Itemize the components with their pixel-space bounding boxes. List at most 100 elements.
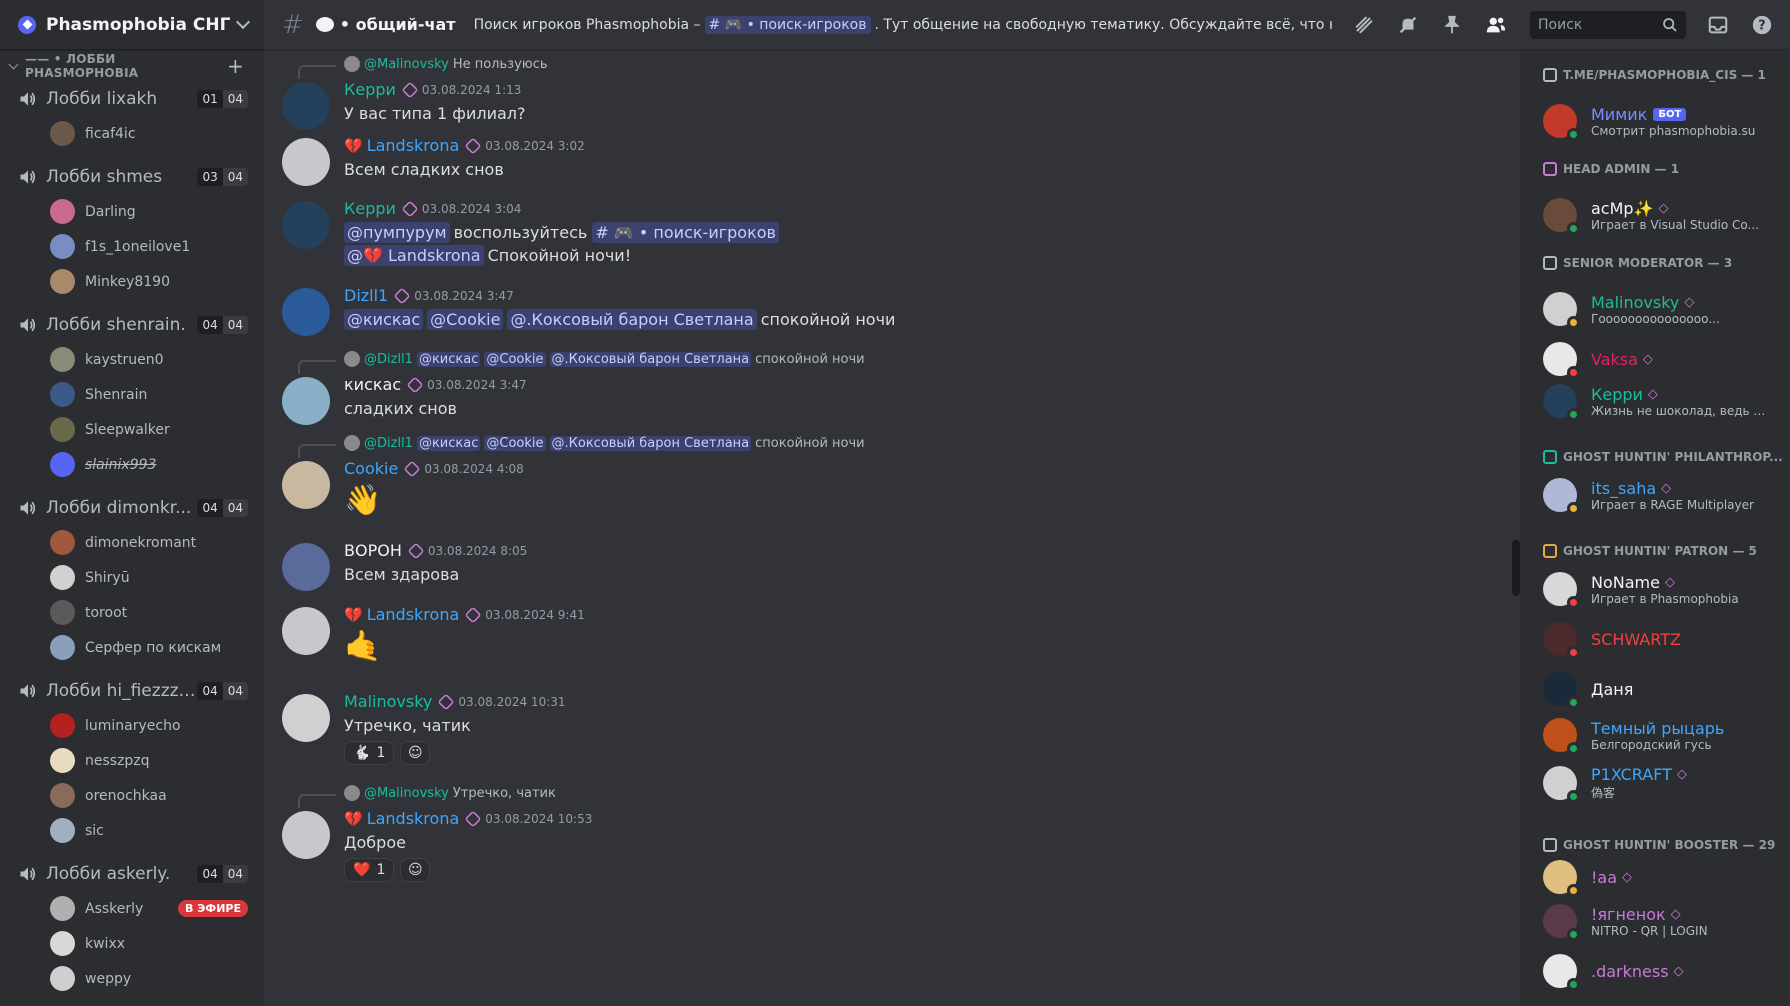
inbox-icon[interactable] — [1706, 13, 1730, 37]
member-item[interactable]: its_saha ◇ Играет в RAGE Multiplayer — [1543, 474, 1783, 516]
member-item[interactable]: !aa ◇ — [1543, 856, 1783, 898]
author-name[interactable]: Керри — [344, 80, 396, 99]
avatar[interactable] — [282, 694, 330, 742]
search-box[interactable] — [1530, 10, 1686, 39]
reaction-button[interactable]: ❤️ 1 — [344, 858, 395, 882]
mention[interactable]: @кискас — [416, 351, 481, 367]
threads-icon[interactable] — [1352, 13, 1376, 37]
mention[interactable]: @.Коксовый барон Светлана — [549, 435, 752, 451]
mention[interactable]: @.Коксовый барон Светлана — [507, 309, 757, 330]
member-item[interactable]: Vaksa ◇ — [1543, 338, 1783, 380]
reply-preview[interactable]: @Dizll1 @кискас @Cookie @.Коксовый барон Св… — [298, 435, 865, 458]
voice-channel[interactable]: Лобби hi_fiezzz11 04 04 — [0, 674, 264, 708]
member-list-icon[interactable] — [1484, 13, 1508, 37]
voice-channel[interactable]: Лобби askerly. 04 04 — [0, 857, 264, 891]
reaction-button[interactable]: 🐇 1 — [344, 741, 395, 765]
voice-user[interactable]: ficaf4ic — [0, 116, 264, 151]
voice-user[interactable]: Shiryū — [0, 560, 264, 595]
voice-user[interactable]: Серфер по кискам — [0, 630, 264, 665]
avatar[interactable] — [282, 607, 330, 655]
mention[interactable]: @.Коксовый барон Светлана — [549, 351, 752, 367]
author-name[interactable]: Landskrona — [367, 136, 460, 155]
voice-user[interactable]: Minkey8190 — [0, 264, 264, 299]
member-item[interactable]: Темный рыцарь Белгородский гусь — [1543, 714, 1783, 756]
author-name[interactable]: ВОРОН — [344, 541, 402, 560]
member-item[interactable]: NoName ◇ Играет в Phasmophobia — [1543, 568, 1783, 610]
voice-user[interactable]: orenochkaa — [0, 778, 264, 813]
voice-user[interactable]: nesszpzq — [0, 743, 264, 778]
avatar[interactable] — [282, 288, 330, 336]
member-item[interactable]: Керри ◇ Жизнь не шоколад, ведь ты ... — [1543, 380, 1783, 422]
pin-icon[interactable] — [1440, 13, 1464, 37]
voice-channel[interactable]: Лобби lixakh 01 04 — [0, 82, 264, 116]
chevron-down-icon[interactable] — [235, 14, 251, 30]
channel-mention[interactable]: # 🎮 • поиск-игроков — [592, 222, 779, 243]
reply-preview[interactable]: @Malinovsky Не пользуюсь — [298, 56, 548, 79]
voice-user[interactable]: Darling — [0, 194, 264, 229]
reply-preview[interactable]: @Malinovsky Утречко, чатик — [298, 785, 556, 808]
category-header[interactable]: —— • ЛОББИ PHASMOPHOBIA + — [0, 50, 264, 82]
member-item[interactable]: !ягненок ◇ NITRO - QR | LOGIN — [1543, 900, 1783, 942]
member-item[interactable]: асМр✨ ◇ Играет в Visual Studio Co... — [1543, 194, 1783, 236]
member-name: Даня — [1591, 680, 1633, 699]
reply-author[interactable]: @Malinovsky — [364, 786, 449, 801]
reply-preview[interactable]: @Dizll1 @кискас @Cookie @.Коксовый барон Св… — [298, 351, 865, 374]
add-reaction-button[interactable]: ☺ — [400, 741, 431, 765]
voice-user[interactable]: f1s_1oneilove1 — [0, 229, 264, 264]
mute-bell-icon[interactable] — [1396, 13, 1420, 37]
author-name[interactable]: Cookie — [344, 459, 398, 478]
member-item[interactable]: SCHWARTZ — [1543, 618, 1783, 660]
channel-topic[interactable]: Поиск игроков Phasmophobia – # 🎮 • поиск… — [474, 15, 1332, 34]
avatar[interactable] — [282, 461, 330, 509]
mention[interactable]: @Cookie — [484, 435, 546, 451]
help-icon[interactable]: ? — [1750, 13, 1774, 37]
avatar[interactable] — [282, 201, 330, 249]
add-channel-icon[interactable]: + — [227, 54, 244, 78]
server-header[interactable]: Phasmophobia СНГ — [0, 0, 264, 50]
avatar[interactable] — [282, 82, 330, 130]
voice-user[interactable]: kwixx — [0, 926, 264, 961]
author-name[interactable]: Malinovsky — [344, 692, 432, 711]
voice-channel[interactable]: Лобби shmes 03 04 — [0, 160, 264, 194]
reply-author[interactable]: @Malinovsky — [364, 57, 449, 72]
author-name[interactable]: Landskrona — [367, 605, 460, 624]
voice-user[interactable]: Asskerly В ЭФИРЕ — [0, 891, 264, 926]
voice-user[interactable]: kaystruen0 — [0, 342, 264, 377]
author-name[interactable]: Dizll1 — [344, 286, 388, 305]
voice-user[interactable]: Sleepwalker — [0, 412, 264, 447]
voice-user[interactable]: slainix993 — [0, 447, 264, 482]
reply-author[interactable]: @Dizll1 — [364, 436, 413, 451]
topic-channel-mention[interactable]: # 🎮 • поиск-игроков — [704, 15, 871, 34]
reply-author[interactable]: @Dizll1 — [364, 352, 413, 367]
member-item[interactable]: Мимик БОТ Смотрит phasmophobia.su — [1543, 100, 1783, 142]
avatar[interactable] — [282, 811, 330, 859]
member-item[interactable]: .darkness ◇ — [1543, 950, 1783, 992]
voice-channel[interactable]: Лобби dimonkr... 04 04 — [0, 491, 264, 525]
mention[interactable]: @кискас — [416, 435, 481, 451]
voice-user[interactable]: luminaryecho — [0, 708, 264, 743]
voice-user[interactable]: Shenrain — [0, 377, 264, 412]
mention[interactable]: @💔 Landskrona — [344, 245, 484, 266]
avatar[interactable] — [282, 138, 330, 186]
voice-user[interactable]: weppy — [0, 961, 264, 996]
mention[interactable]: @Cookie — [427, 309, 504, 330]
scrollbar-thumb[interactable] — [1512, 540, 1520, 596]
avatar[interactable] — [282, 377, 330, 425]
voice-user[interactable]: sic — [0, 813, 264, 848]
author-name[interactable]: Керри — [344, 199, 396, 218]
author-name[interactable]: кискас — [344, 375, 401, 394]
avatar[interactable] — [282, 543, 330, 591]
boost-gem-icon: ◇ — [1622, 869, 1633, 885]
add-reaction-button[interactable]: ☺ — [400, 858, 431, 882]
mention[interactable]: @кискас — [344, 309, 424, 330]
member-item[interactable]: P1XCRAFT ◇ 偽客 — [1543, 762, 1783, 804]
voice-user[interactable]: toroot — [0, 595, 264, 630]
mention[interactable]: @Cookie — [484, 351, 546, 367]
voice-user[interactable]: dimonekromant — [0, 525, 264, 560]
member-item[interactable]: Malinovsky ◇ Гооооооооооооооо... — [1543, 288, 1783, 330]
voice-channel[interactable]: Лобби shenrain. 04 04 — [0, 308, 264, 342]
member-item[interactable]: Даня — [1543, 668, 1783, 710]
search-input[interactable] — [1538, 16, 1662, 33]
mention[interactable]: @пумпурум — [344, 222, 450, 243]
author-name[interactable]: Landskrona — [367, 809, 460, 828]
